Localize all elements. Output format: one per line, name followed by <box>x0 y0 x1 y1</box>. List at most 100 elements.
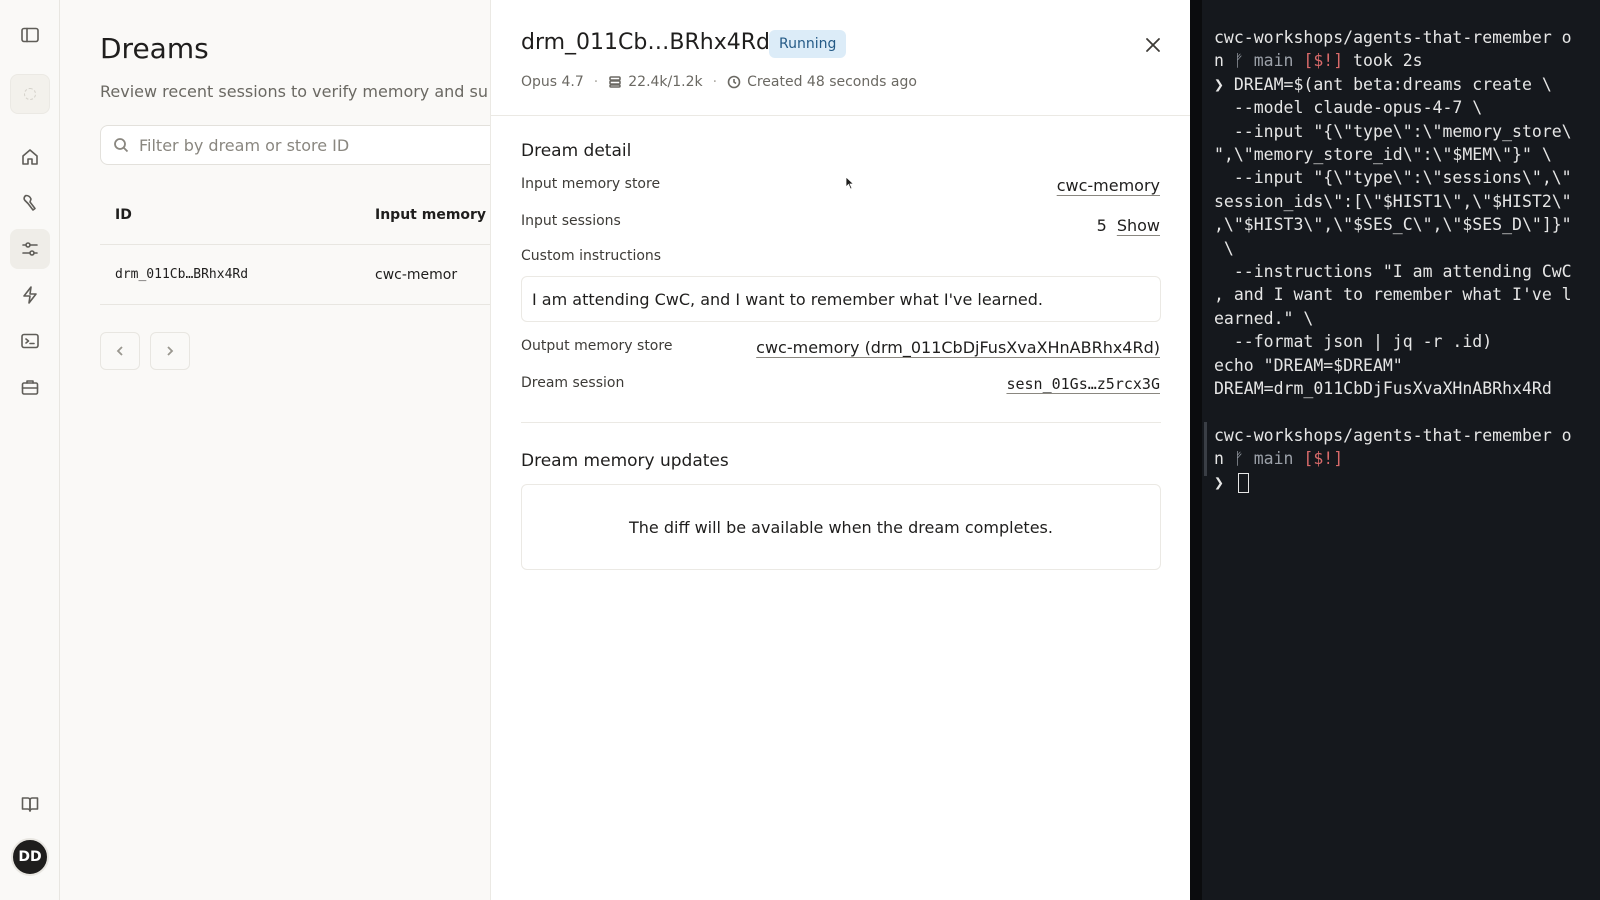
terminal-line: session_ids\":[\"$HIST1\",\"$HIST2\" <box>1214 191 1572 211</box>
table-row[interactable]: drm_011Cb…BRhx4Rd cwc-memor <box>100 245 490 305</box>
meta-separator: · <box>593 74 599 90</box>
close-icon <box>1146 38 1160 52</box>
dream-title: drm_011Cb…BRhx4Rd <box>521 30 770 55</box>
dream-session-link[interactable]: sesn_01Gs…z5rcx3G <box>1006 375 1160 393</box>
git-branch: ᚠ main <box>1233 51 1294 71</box>
created-time: Created 48 seconds ago <box>747 74 917 90</box>
table-header: ID Input memory <box>100 185 490 245</box>
clock-icon <box>727 75 741 89</box>
terminal-line: --model claude-opus-4-7 \ <box>1214 98 1483 118</box>
nav-tools[interactable] <box>10 183 50 223</box>
custom-instructions-box: I am attending CwC, and I want to rememb… <box>521 276 1161 322</box>
nav-terminal[interactable] <box>10 321 50 361</box>
nav-dreams[interactable] <box>10 229 50 269</box>
terminal-line: --input "{\"type\":\"memory_store\ <box>1214 121 1572 141</box>
dream-meta: Opus 4.7 · 22.4k/1.2k · Created 48 secon… <box>521 74 917 90</box>
show-sessions-link[interactable]: Show <box>1117 216 1160 235</box>
workspace-logo[interactable] <box>10 74 50 114</box>
terminal-pane[interactable]: cwc-workshops/agents-that-remember o n ᚠ… <box>1190 0 1600 900</box>
nav-events[interactable] <box>10 275 50 315</box>
user-avatar[interactable]: DD <box>11 838 49 876</box>
input-memory-store-label: Input memory store <box>521 176 661 192</box>
sidebar-toggle-icon <box>21 27 39 43</box>
chevron-right-icon <box>167 346 174 356</box>
terminal-text: took 2s <box>1343 51 1423 71</box>
terminal-line: DREAM=drm_011CbDjFusXvaXHnABRhx4Rd <box>1214 379 1552 399</box>
dream-memory-updates-heading: Dream memory updates <box>521 451 729 471</box>
terminal-cursor <box>1237 473 1249 494</box>
page-subtitle: Review recent sessions to verify memory … <box>100 82 489 101</box>
wrench-icon <box>23 194 36 211</box>
status-badge: Running <box>769 30 847 58</box>
lightning-icon <box>23 286 37 304</box>
terminal-icon <box>21 333 39 349</box>
terminal-text: n <box>1214 449 1234 469</box>
output-memory-store-link[interactable]: cwc-memory (drm_011CbDjFusXvaXHnABRhx4Rd… <box>756 338 1160 357</box>
previous-page-button[interactable] <box>100 332 140 370</box>
row-id: drm_011Cb…BRhx4Rd <box>115 267 249 282</box>
home-icon <box>22 149 38 165</box>
detail-header: drm_011Cb…BRhx4Rd Running Opus 4.7 · 22.… <box>491 0 1190 116</box>
terminal-line: cwc-workshops/agents-that-remember o <box>1214 425 1572 445</box>
git-status: [$!] <box>1293 449 1344 469</box>
dream-detail-panel: drm_011Cb…BRhx4Rd Running Opus 4.7 · 22.… <box>490 0 1190 900</box>
terminal-line: --input "{\"type\":\"sessions\",\" <box>1214 168 1572 188</box>
terminal-line: , and I want to remember what I've l <box>1214 285 1572 305</box>
chevron-left-icon <box>116 346 123 356</box>
terminal-line: earned." \ <box>1214 308 1314 328</box>
mouse-pointer-icon <box>845 176 855 190</box>
git-branch: ᚠ main <box>1233 449 1294 469</box>
sliders-icon <box>22 242 38 256</box>
terminal-line: n ᚠ main [$!] took 2s <box>1214 49 1600 72</box>
column-header-input-memory: Input memory <box>375 206 487 223</box>
terminal-text: n <box>1214 51 1234 71</box>
token-stack-icon <box>609 76 622 88</box>
terminal-line: n ᚠ main [$!] <box>1214 447 1600 470</box>
dream-detail-heading: Dream detail <box>521 141 632 161</box>
token-usage: 22.4k/1.2k <box>628 74 703 90</box>
left-rail: DD <box>0 0 60 900</box>
input-sessions-label: Input sessions <box>521 213 621 229</box>
section-divider <box>521 422 1161 423</box>
model-label: Opus 4.7 <box>521 74 584 90</box>
git-status: [$!] <box>1293 51 1344 71</box>
terminal-line: echo "DREAM=$DREAM" <box>1214 355 1403 375</box>
diff-placeholder: The diff will be available when the drea… <box>521 484 1161 570</box>
column-header-id: ID <box>115 206 132 223</box>
workspace-logo-icon <box>24 88 36 100</box>
dreams-table: ID Input memory drm_011Cb…BRhx4Rd cwc-me… <box>100 185 490 305</box>
row-input-memory: cwc-memor <box>375 266 458 283</box>
pagination <box>100 332 190 370</box>
book-icon <box>21 797 39 812</box>
dream-session-label: Dream session <box>521 375 625 391</box>
sidebar-toggle-button[interactable] <box>10 15 50 55</box>
terminal-line: \ <box>1214 238 1234 258</box>
output-memory-store-label: Output memory store <box>521 338 673 354</box>
next-page-button[interactable] <box>150 332 190 370</box>
dreams-list-panel: Dreams Review recent sessions to verify … <box>60 0 490 900</box>
terminal-line: --format json | jq -r .id) <box>1214 332 1493 352</box>
input-memory-store-link[interactable]: cwc-memory <box>1057 176 1160 195</box>
prompt-symbol: ❯ <box>1214 472 1234 492</box>
nav-docs[interactable] <box>10 784 50 824</box>
page-title: Dreams <box>100 32 209 65</box>
custom-instructions-label: Custom instructions <box>521 248 662 264</box>
terminal-prompt-line[interactable]: ❯ <box>1214 471 1600 494</box>
terminal-line: cwc-workshops/agents-that-remember o <box>1214 28 1572 47</box>
nav-toolbox[interactable] <box>10 367 50 407</box>
terminal-line: ❯ DREAM=$(ant beta:dreams create \ <box>1214 74 1552 94</box>
terminal-line: ,\"$HIST3\",\"$SES_C\",\"$SES_D\"]}" <box>1214 215 1572 235</box>
filter-input[interactable] <box>139 135 439 155</box>
input-sessions-count: 5 <box>1096 216 1107 235</box>
nav-home[interactable] <box>10 137 50 177</box>
meta-separator: · <box>712 74 718 90</box>
terminal-line: --instructions "I am attending CwC <box>1214 262 1572 282</box>
briefcase-icon <box>21 380 39 395</box>
filter-box[interactable] <box>100 125 490 165</box>
search-icon <box>114 138 129 153</box>
terminal-line: ",\"memory_store_id\":\"$MEM\"}" \ <box>1214 145 1552 165</box>
close-button[interactable] <box>1141 33 1165 57</box>
terminal-scrollbar[interactable] <box>1204 422 1207 476</box>
input-sessions-value: 5 Show <box>1097 216 1160 235</box>
